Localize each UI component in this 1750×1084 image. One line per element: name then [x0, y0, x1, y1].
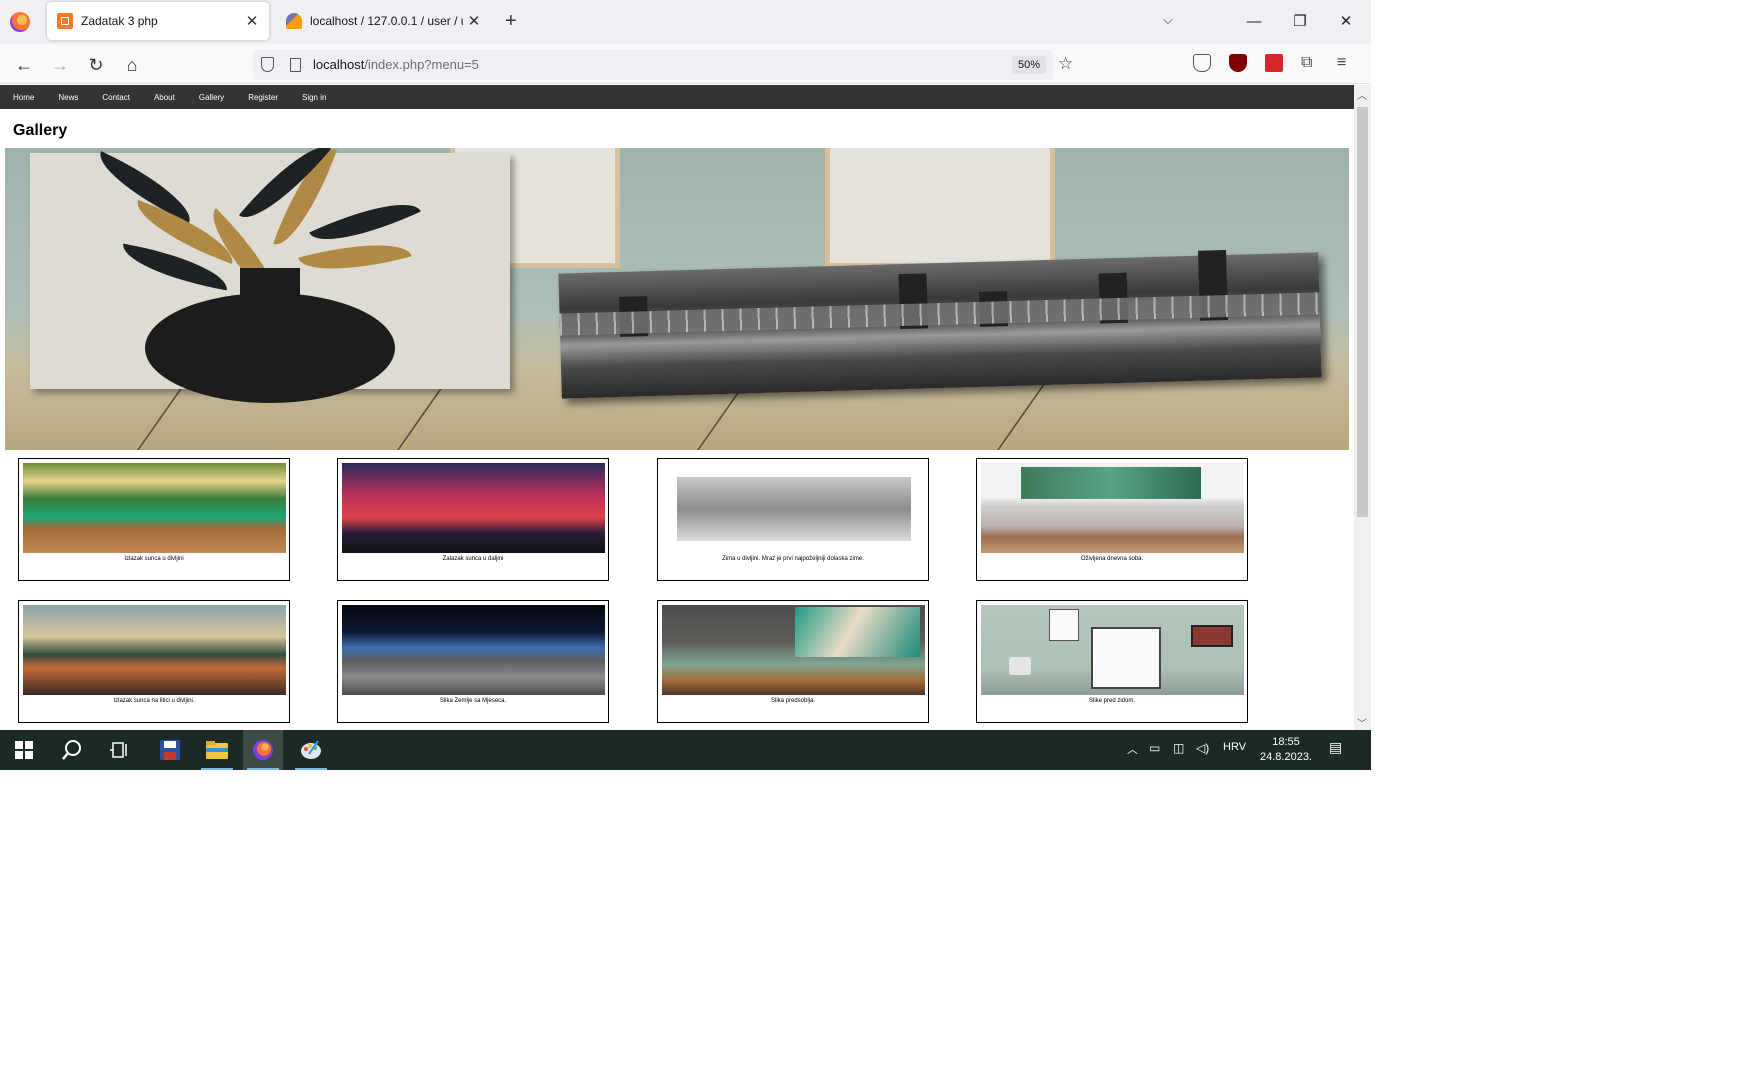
nav-register[interactable]: Register — [248, 93, 278, 102]
clock-date: 24.8.2023. — [1260, 751, 1312, 763]
gallery-item[interactable]: Izlazak sunca u divljini — [18, 458, 290, 581]
gallery-image[interactable] — [662, 463, 925, 553]
volume-icon[interactable]: ◁) — [1196, 741, 1209, 755]
firefox-view-icon[interactable] — [10, 12, 30, 32]
scroll-up-icon[interactable]: ︿ — [1357, 87, 1367, 102]
tab-zadatak[interactable]: Zadatak 3 php ✕ — [47, 2, 269, 40]
extension-app-icon[interactable] — [1265, 54, 1283, 72]
gallery-image[interactable] — [662, 605, 925, 695]
gallery-caption: Izlazak sunca na litici u divljini. — [113, 698, 195, 704]
scroll-down-icon[interactable]: ﹀ — [1357, 715, 1367, 730]
notifications-icon[interactable]: ▤ — [1329, 739, 1342, 756]
gallery-caption: Slika predsoblja. — [770, 698, 816, 704]
reload-icon[interactable]: ↻ — [83, 52, 109, 78]
nav-gallery[interactable]: Gallery — [199, 93, 224, 102]
gallery-caption: Slike pred zidom. — [1088, 698, 1136, 704]
gallery-image[interactable] — [342, 605, 605, 695]
close-tab-icon[interactable]: ✕ — [241, 12, 263, 30]
list-all-tabs-icon[interactable]: ⌵ — [1163, 12, 1173, 28]
save-app-icon[interactable] — [150, 730, 190, 770]
system-clock[interactable]: 18:55 24.8.2023. — [1256, 735, 1316, 765]
search-icon[interactable] — [52, 730, 92, 770]
show-hidden-icons-icon[interactable]: ︿ — [1127, 741, 1138, 757]
xampp-favicon-icon — [57, 13, 73, 29]
windows-taskbar: ︿ ▭ ◫ ◁) HRV 18:55 24.8.2023. ▤ — [0, 730, 1371, 770]
url-text[interactable]: localhost/index.php?menu=5 — [313, 57, 479, 72]
clock-time: 18:55 — [1272, 736, 1300, 748]
url-bar[interactable]: localhost/index.php?menu=5 50% ☆ — [253, 50, 1073, 80]
browser-window: Zadatak 3 php ✕ localhost / 127.0.0.1 / … — [0, 0, 1371, 770]
bookmark-star-icon[interactable]: ☆ — [1058, 54, 1073, 74]
nav-toolbar: ← → ↻ ⌂ localhost/index.php?menu=5 50% ☆… — [0, 44, 1371, 84]
gallery-image[interactable] — [981, 605, 1244, 695]
gallery-item[interactable]: Slike pred zidom. — [976, 600, 1248, 723]
plant-painting — [30, 148, 510, 403]
tab-title: Zadatak 3 php — [81, 14, 158, 28]
nav-contact[interactable]: Contact — [102, 93, 130, 102]
city-bridge-painting — [558, 249, 1322, 399]
gallery-caption: Zima u divljini. Mraz je prvi najpoželjn… — [722, 556, 864, 562]
new-tab-icon[interactable]: + — [505, 10, 517, 33]
tab-phpmyadmin[interactable]: localhost / 127.0.0.1 / user / use ✕ — [276, 2, 491, 40]
input-language[interactable]: HRV — [1223, 741, 1246, 753]
gallery-image[interactable] — [981, 463, 1244, 553]
firefox-taskbar-icon[interactable] — [243, 730, 283, 770]
gallery-item[interactable]: Slika predsoblja. — [657, 600, 929, 723]
bridge — [559, 292, 1320, 336]
restore-icon[interactable]: ❐ — [1277, 0, 1323, 42]
tracking-shield-icon[interactable] — [261, 57, 274, 72]
windows-start-icon[interactable] — [4, 730, 44, 770]
app-menu-icon[interactable]: ≡ — [1337, 54, 1355, 72]
vase — [145, 293, 395, 403]
gallery-caption: Slika Zemlje sa Mjeseca. — [439, 698, 507, 704]
tab-title: localhost / 127.0.0.1 / user / use — [310, 14, 463, 28]
gallery-item[interactable]: Izlazak sunca na litici u divljini. — [18, 600, 290, 723]
scrollbar-thumb[interactable] — [1357, 107, 1368, 517]
home-icon[interactable]: ⌂ — [119, 52, 145, 78]
page-viewport: Home News Contact About Gallery Register… — [0, 85, 1354, 730]
close-tab-icon[interactable]: ✕ — [463, 12, 485, 30]
site-navigation: Home News Contact About Gallery Register… — [0, 85, 1354, 109]
file-explorer-icon[interactable] — [197, 730, 237, 770]
page-info-icon[interactable] — [290, 58, 301, 72]
nav-sign-in[interactable]: Sign in — [302, 93, 326, 102]
background-canvas-frame — [825, 148, 1055, 268]
gallery-image[interactable] — [23, 605, 286, 695]
camera-icon[interactable]: ◫ — [1173, 741, 1184, 755]
gallery-caption: Oživljena dnevna soba. — [1080, 556, 1144, 562]
battery-icon[interactable]: ▭ — [1149, 741, 1160, 755]
gallery-item[interactable]: Oživljena dnevna soba. — [976, 458, 1248, 581]
nav-home[interactable]: Home — [13, 93, 34, 102]
minimize-icon[interactable]: — — [1231, 0, 1277, 42]
ublock-origin-icon[interactable] — [1229, 54, 1247, 72]
gallery-image[interactable] — [23, 463, 286, 553]
tab-strip: Zadatak 3 php ✕ localhost / 127.0.0.1 / … — [0, 0, 1371, 44]
gallery-item[interactable]: Zalazak sunca u daljini — [337, 458, 609, 581]
paint-app-icon[interactable] — [291, 730, 331, 770]
back-icon[interactable]: ← — [11, 52, 37, 78]
extensions-puzzle-icon[interactable]: ⧉ — [1301, 54, 1319, 72]
phpmyadmin-favicon-icon — [286, 13, 302, 29]
zoom-level-button[interactable]: 50% — [1012, 56, 1047, 74]
task-view-icon[interactable] — [100, 730, 140, 770]
hero-banner-image — [5, 148, 1349, 450]
nav-news[interactable]: News — [58, 93, 78, 102]
gallery-image[interactable] — [342, 463, 605, 553]
forward-icon[interactable]: → — [47, 52, 73, 78]
close-window-icon[interactable]: ✕ — [1323, 0, 1369, 42]
page-title: Gallery — [13, 122, 68, 139]
gallery-caption: Izlazak sunca u divljini — [124, 556, 184, 562]
gallery-item[interactable]: Slika Zemlje sa Mjeseca. — [337, 600, 609, 723]
nav-about[interactable]: About — [154, 93, 175, 102]
gallery-caption: Zalazak sunca u daljini — [442, 556, 504, 562]
gallery-item[interactable]: Zima u divljini. Mraz je prvi najpoželjn… — [657, 458, 929, 581]
page-scrollbar[interactable]: ︿ ﹀ — [1354, 85, 1371, 730]
pocket-icon[interactable] — [1193, 54, 1211, 72]
